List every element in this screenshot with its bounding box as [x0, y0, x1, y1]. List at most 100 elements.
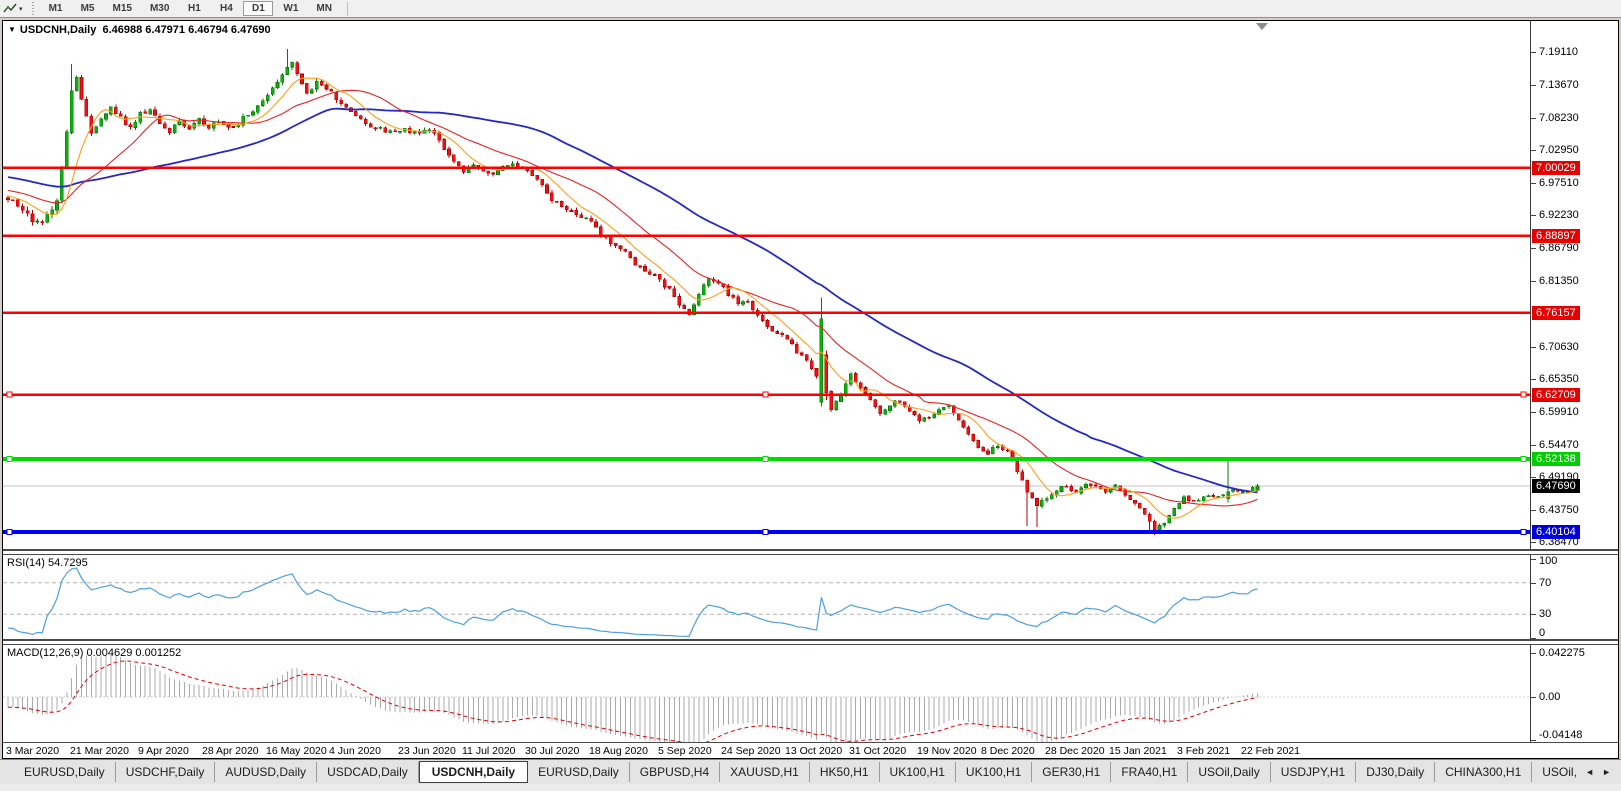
- level-handle[interactable]: [1520, 391, 1527, 398]
- level-price-tag: 6.88897: [1532, 229, 1580, 243]
- axis-tick: [1531, 118, 1536, 119]
- date-label: 28 Dec 2020: [1045, 745, 1105, 757]
- timeframe-buttons: M1 M5 M15 M30 H1 H4 D1 W1 MN: [40, 1, 341, 16]
- date-label: 13 Oct 2020: [785, 745, 843, 757]
- tab-eurusd-daily[interactable]: EURUSD,Daily: [528, 762, 630, 782]
- level-lines-layer: [3, 166, 1531, 536]
- axis-tick: [1531, 52, 1536, 53]
- level-handle[interactable]: [762, 529, 769, 536]
- toolbar-grip[interactable]: [30, 1, 36, 16]
- level-handle[interactable]: [6, 529, 13, 536]
- line-studies-icon[interactable]: ▾: [0, 1, 27, 17]
- price-chart-canvas[interactable]: [3, 21, 1531, 549]
- price-tick-label: 7.08230: [1539, 112, 1579, 124]
- timeframe-button-h4[interactable]: H4: [211, 1, 241, 16]
- rsi-canvas[interactable]: [3, 555, 1531, 639]
- date-label: 30 Jul 2020: [525, 745, 580, 757]
- rsi-tick-label: 70: [1539, 577, 1552, 589]
- chart-tab-bar: EURUSD,Daily USDCHF,Daily AUDUSD,Daily USDC…: [0, 759, 1621, 784]
- chevron-down-icon: ▾: [19, 5, 23, 13]
- axis-tick: [1531, 559, 1536, 560]
- date-label: 8 Dec 2020: [981, 745, 1035, 757]
- date-label: 16 May 2020: [266, 745, 327, 757]
- timeframe-button-mn[interactable]: MN: [308, 1, 340, 16]
- rsi-line: [7, 567, 1258, 638]
- ma-slow-line[interactable]: [7, 107, 1258, 494]
- rsi-tick-label: 100: [1539, 555, 1558, 567]
- axis-tick: [1531, 445, 1536, 446]
- tab-china300-h1[interactable]: CHINA300,H1: [1435, 762, 1533, 782]
- tab-usoil-[interactable]: USOil,: [1532, 762, 1579, 782]
- timeframe-button-m1[interactable]: M1: [41, 1, 71, 16]
- price-tick-label: 6.54470: [1539, 439, 1579, 451]
- tab-ger30-h1[interactable]: GER30,H1: [1032, 762, 1112, 782]
- price-tick-label: 6.43750: [1539, 504, 1579, 516]
- date-label: 3 Mar 2020: [6, 745, 60, 757]
- tab-eurusd-daily[interactable]: EURUSD,Daily: [14, 762, 116, 782]
- level-price-tag: 6.62709: [1532, 388, 1580, 402]
- time-axis[interactable]: 3 Mar 2020 21 Mar 2020 9 Apr 2020 28 Apr 20…: [3, 742, 1618, 758]
- macd-tick-label: 0.00: [1539, 691, 1561, 703]
- date-label: 21 Mar 2020: [70, 745, 129, 757]
- level-handle[interactable]: [1520, 455, 1527, 462]
- timeframe-button-d1[interactable]: D1: [243, 1, 274, 16]
- tab-usoil-daily[interactable]: USOil,Daily: [1188, 762, 1271, 782]
- ma-fast-line[interactable]: [7, 77, 1258, 519]
- level-price-tag: 6.40104: [1532, 525, 1580, 539]
- tab-uk100-h1[interactable]: UK100,H1: [880, 762, 956, 782]
- tab-usdcnh-daily[interactable]: USDCNH,Daily: [418, 761, 529, 783]
- level-handle[interactable]: [762, 391, 769, 398]
- tab-uk100-h1[interactable]: UK100,H1: [956, 762, 1033, 782]
- macd-tick-label: 0.042275: [1539, 647, 1585, 659]
- macd-canvas[interactable]: [3, 645, 1531, 742]
- price-tick-label: 6.92230: [1539, 209, 1579, 221]
- tab-fra40-h1[interactable]: FRA40,H1: [1111, 762, 1189, 782]
- timeframe-button-m5[interactable]: M5: [73, 1, 103, 16]
- tab-dj30-daily[interactable]: DJ30,Daily: [1356, 762, 1436, 782]
- candles-layer: [3, 49, 1531, 536]
- date-label: 5 Sep 2020: [658, 745, 712, 757]
- macd-axis[interactable]: 0.042275 0.00 -0.04148: [1530, 645, 1618, 742]
- tab-usdcad-daily[interactable]: USDCAD,Daily: [317, 762, 419, 782]
- chart-tabs: EURUSD,Daily USDCHF,Daily AUDUSD,Daily USDC…: [0, 760, 1579, 784]
- rsi-axis[interactable]: 100 70 30 0: [1530, 555, 1618, 639]
- timeframe-button-m15[interactable]: M15: [105, 1, 140, 16]
- price-tick-label: 6.65350: [1539, 373, 1579, 385]
- rsi-tick-label: 30: [1539, 608, 1552, 620]
- chart-dropdown-icon[interactable]: ▼: [8, 25, 16, 34]
- tab-xauusd-h1[interactable]: XAUUSD,H1: [720, 762, 810, 782]
- tab-scroll-arrows: ◄ ►: [1579, 765, 1621, 779]
- chart-symbol-label: USDCNH,Daily: [19, 24, 97, 36]
- price-axis[interactable]: 7.19110 7.13670 7.08230 7.02950 6.97510 6.922…: [1530, 21, 1618, 549]
- axis-tick: [1531, 697, 1536, 698]
- chart-ohlc-values: 6.46988 6.47971 6.46794 6.47690: [102, 24, 271, 36]
- axis-tick: [1531, 740, 1536, 741]
- date-label: 31 Oct 2020: [849, 745, 907, 757]
- level-handle[interactable]: [6, 391, 13, 398]
- ma-medium-line[interactable]: [7, 89, 1258, 507]
- toolbar-separator: [346, 1, 348, 16]
- tab-scroll-right-icon[interactable]: ►: [1598, 765, 1615, 779]
- axis-tick: [1531, 215, 1536, 216]
- timeframe-button-m30[interactable]: M30: [142, 1, 177, 16]
- status-strip: [0, 784, 1621, 791]
- axis-tick: [1531, 542, 1536, 543]
- timeframe-button-w1[interactable]: W1: [275, 1, 306, 16]
- level-handle[interactable]: [6, 455, 13, 462]
- tab-gbpusd-h4[interactable]: GBPUSD,H4: [630, 762, 721, 782]
- tab-scroll-left-icon[interactable]: ◄: [1581, 765, 1598, 779]
- level-price-tag: 7.00029: [1532, 161, 1580, 175]
- timeframe-button-h1[interactable]: H1: [179, 1, 209, 16]
- moving-averages-layer: [7, 77, 1258, 519]
- macd-signal-line: [7, 660, 1258, 742]
- tab-audusd-daily[interactable]: AUDUSD,Daily: [215, 762, 318, 782]
- tab-hk50-h1[interactable]: HK50,H1: [810, 762, 880, 782]
- tab-usdchf-daily[interactable]: USDCHF,Daily: [116, 762, 216, 782]
- tab-usdjpy-h1[interactable]: USDJPY,H1: [1271, 762, 1357, 782]
- date-label: 19 Nov 2020: [917, 745, 977, 757]
- level-handle[interactable]: [762, 455, 769, 462]
- level-handle[interactable]: [1520, 529, 1527, 536]
- axis-tick: [1531, 281, 1536, 282]
- axis-tick: [1531, 412, 1536, 413]
- rsi-indicator-panel: RSI(14) 54.7295 100 70 30 0: [3, 555, 1618, 639]
